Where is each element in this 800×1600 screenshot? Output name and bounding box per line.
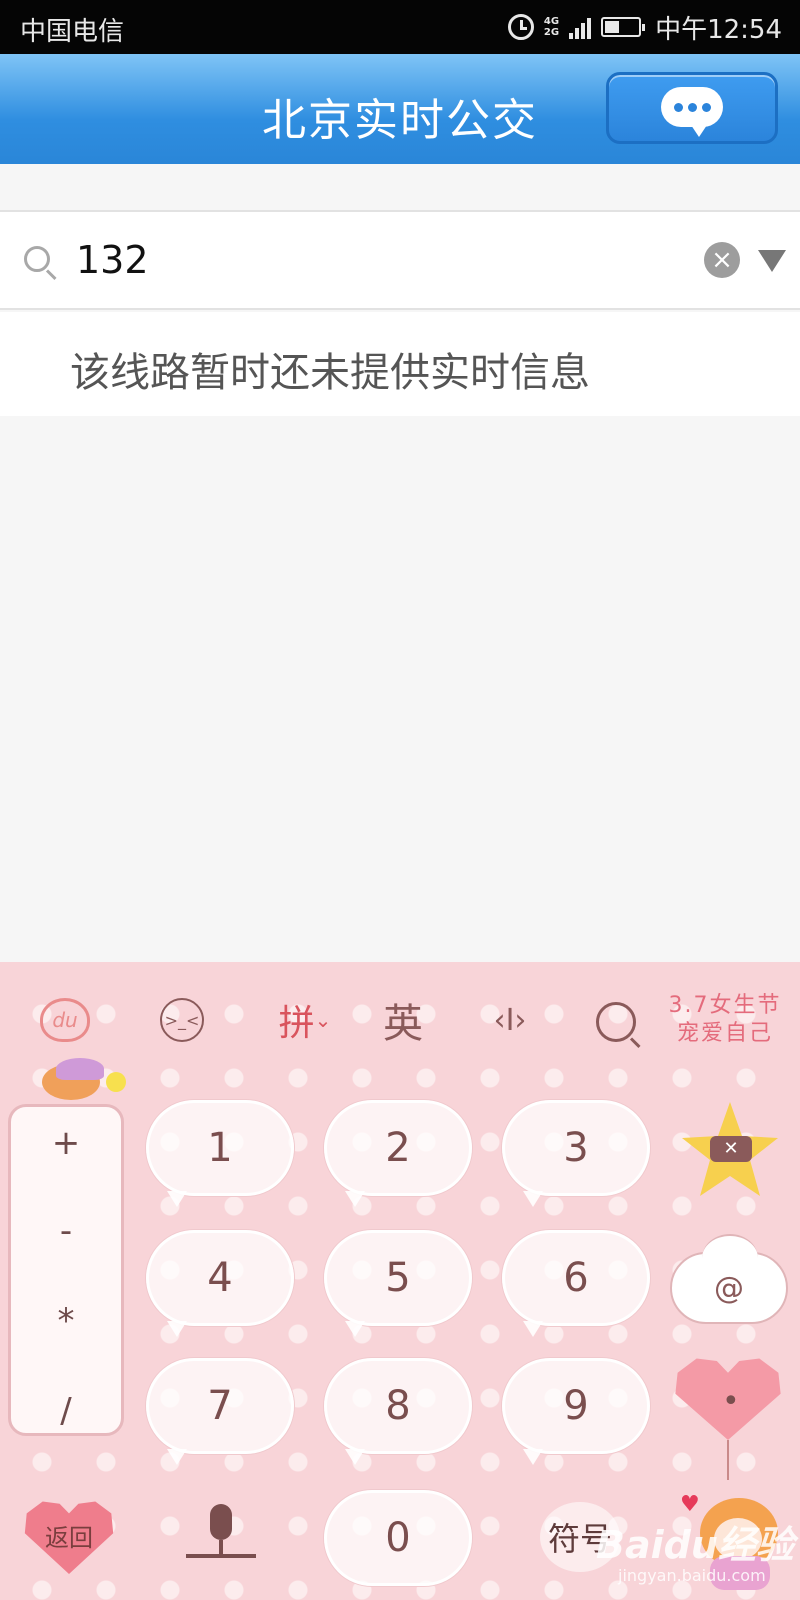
- soft-keyboard: du >_< 拼 ⌄ 英 ‹I› 3.7女生节 宠爱自己 + - * / 1 2 …: [0, 962, 800, 1600]
- signal-icon: [569, 15, 592, 39]
- operator-column: + - * /: [8, 1104, 124, 1436]
- key-4[interactable]: 4: [146, 1230, 294, 1337]
- alarm-icon: [507, 14, 534, 40]
- chat-bubble-icon: [661, 87, 723, 137]
- clear-icon[interactable]: ×: [704, 242, 740, 278]
- microphone-icon[interactable]: [186, 1504, 258, 1568]
- search-input[interactable]: [76, 232, 666, 288]
- message-button[interactable]: [606, 72, 778, 144]
- search-bar: ×: [0, 210, 800, 310]
- english-mode-button[interactable]: 英: [378, 992, 428, 1048]
- key-1[interactable]: 1: [146, 1100, 294, 1207]
- status-bar: 中国电信 4G 2G 中午12:54: [0, 0, 800, 54]
- promo-banner[interactable]: 3.7女生节 宠爱自己: [660, 992, 790, 1048]
- key-5[interactable]: 5: [324, 1230, 472, 1337]
- baidu-input-logo-icon[interactable]: du: [40, 998, 90, 1042]
- plus-key[interactable]: +: [11, 1123, 121, 1163]
- key-0[interactable]: 0: [324, 1490, 472, 1586]
- carrier-name: 中国电信: [20, 17, 125, 47]
- pinyin-mode-button[interactable]: 拼 ⌄: [270, 992, 340, 1048]
- keyboard-search-icon[interactable]: [596, 1002, 636, 1042]
- status-icons: 4G 2G 中午12:54: [507, 8, 782, 46]
- dot-key[interactable]: •: [672, 1356, 784, 1480]
- cursor-move-icon[interactable]: ‹I›: [485, 992, 535, 1048]
- watermark-logo: Baidu经验: [596, 1523, 794, 1567]
- girl-sticker-icon: [36, 1058, 126, 1100]
- multiply-key[interactable]: *: [11, 1301, 121, 1341]
- app-header: 北京实时公交: [0, 54, 800, 164]
- dropdown-arrow-icon[interactable]: [758, 250, 786, 272]
- emoji-icon[interactable]: >_<: [160, 998, 204, 1042]
- key-9[interactable]: 9: [502, 1358, 650, 1465]
- battery-icon: [601, 17, 646, 37]
- no-realtime-info-text: 该线路暂时还未提供实时信息: [70, 350, 590, 396]
- key-6[interactable]: 6: [502, 1230, 650, 1337]
- search-icon: [24, 246, 50, 272]
- network-type-icon: 4G 2G: [543, 16, 560, 38]
- key-2[interactable]: 2: [324, 1100, 472, 1207]
- key-8[interactable]: 8: [324, 1358, 472, 1465]
- key-3[interactable]: 3: [502, 1100, 650, 1207]
- key-7[interactable]: 7: [146, 1358, 294, 1465]
- at-key[interactable]: @: [670, 1234, 788, 1324]
- back-button[interactable]: 返回: [22, 1500, 116, 1574]
- watermark-url: jingyan.baidu.com: [618, 1566, 766, 1585]
- divide-key[interactable]: /: [11, 1391, 121, 1431]
- backspace-button[interactable]: ✕: [680, 1100, 780, 1200]
- delete-icon: ✕: [710, 1136, 752, 1162]
- clock: 中午12:54: [655, 14, 782, 45]
- result-message: 该线路暂时还未提供实时信息: [0, 312, 800, 416]
- minus-key[interactable]: -: [11, 1211, 121, 1251]
